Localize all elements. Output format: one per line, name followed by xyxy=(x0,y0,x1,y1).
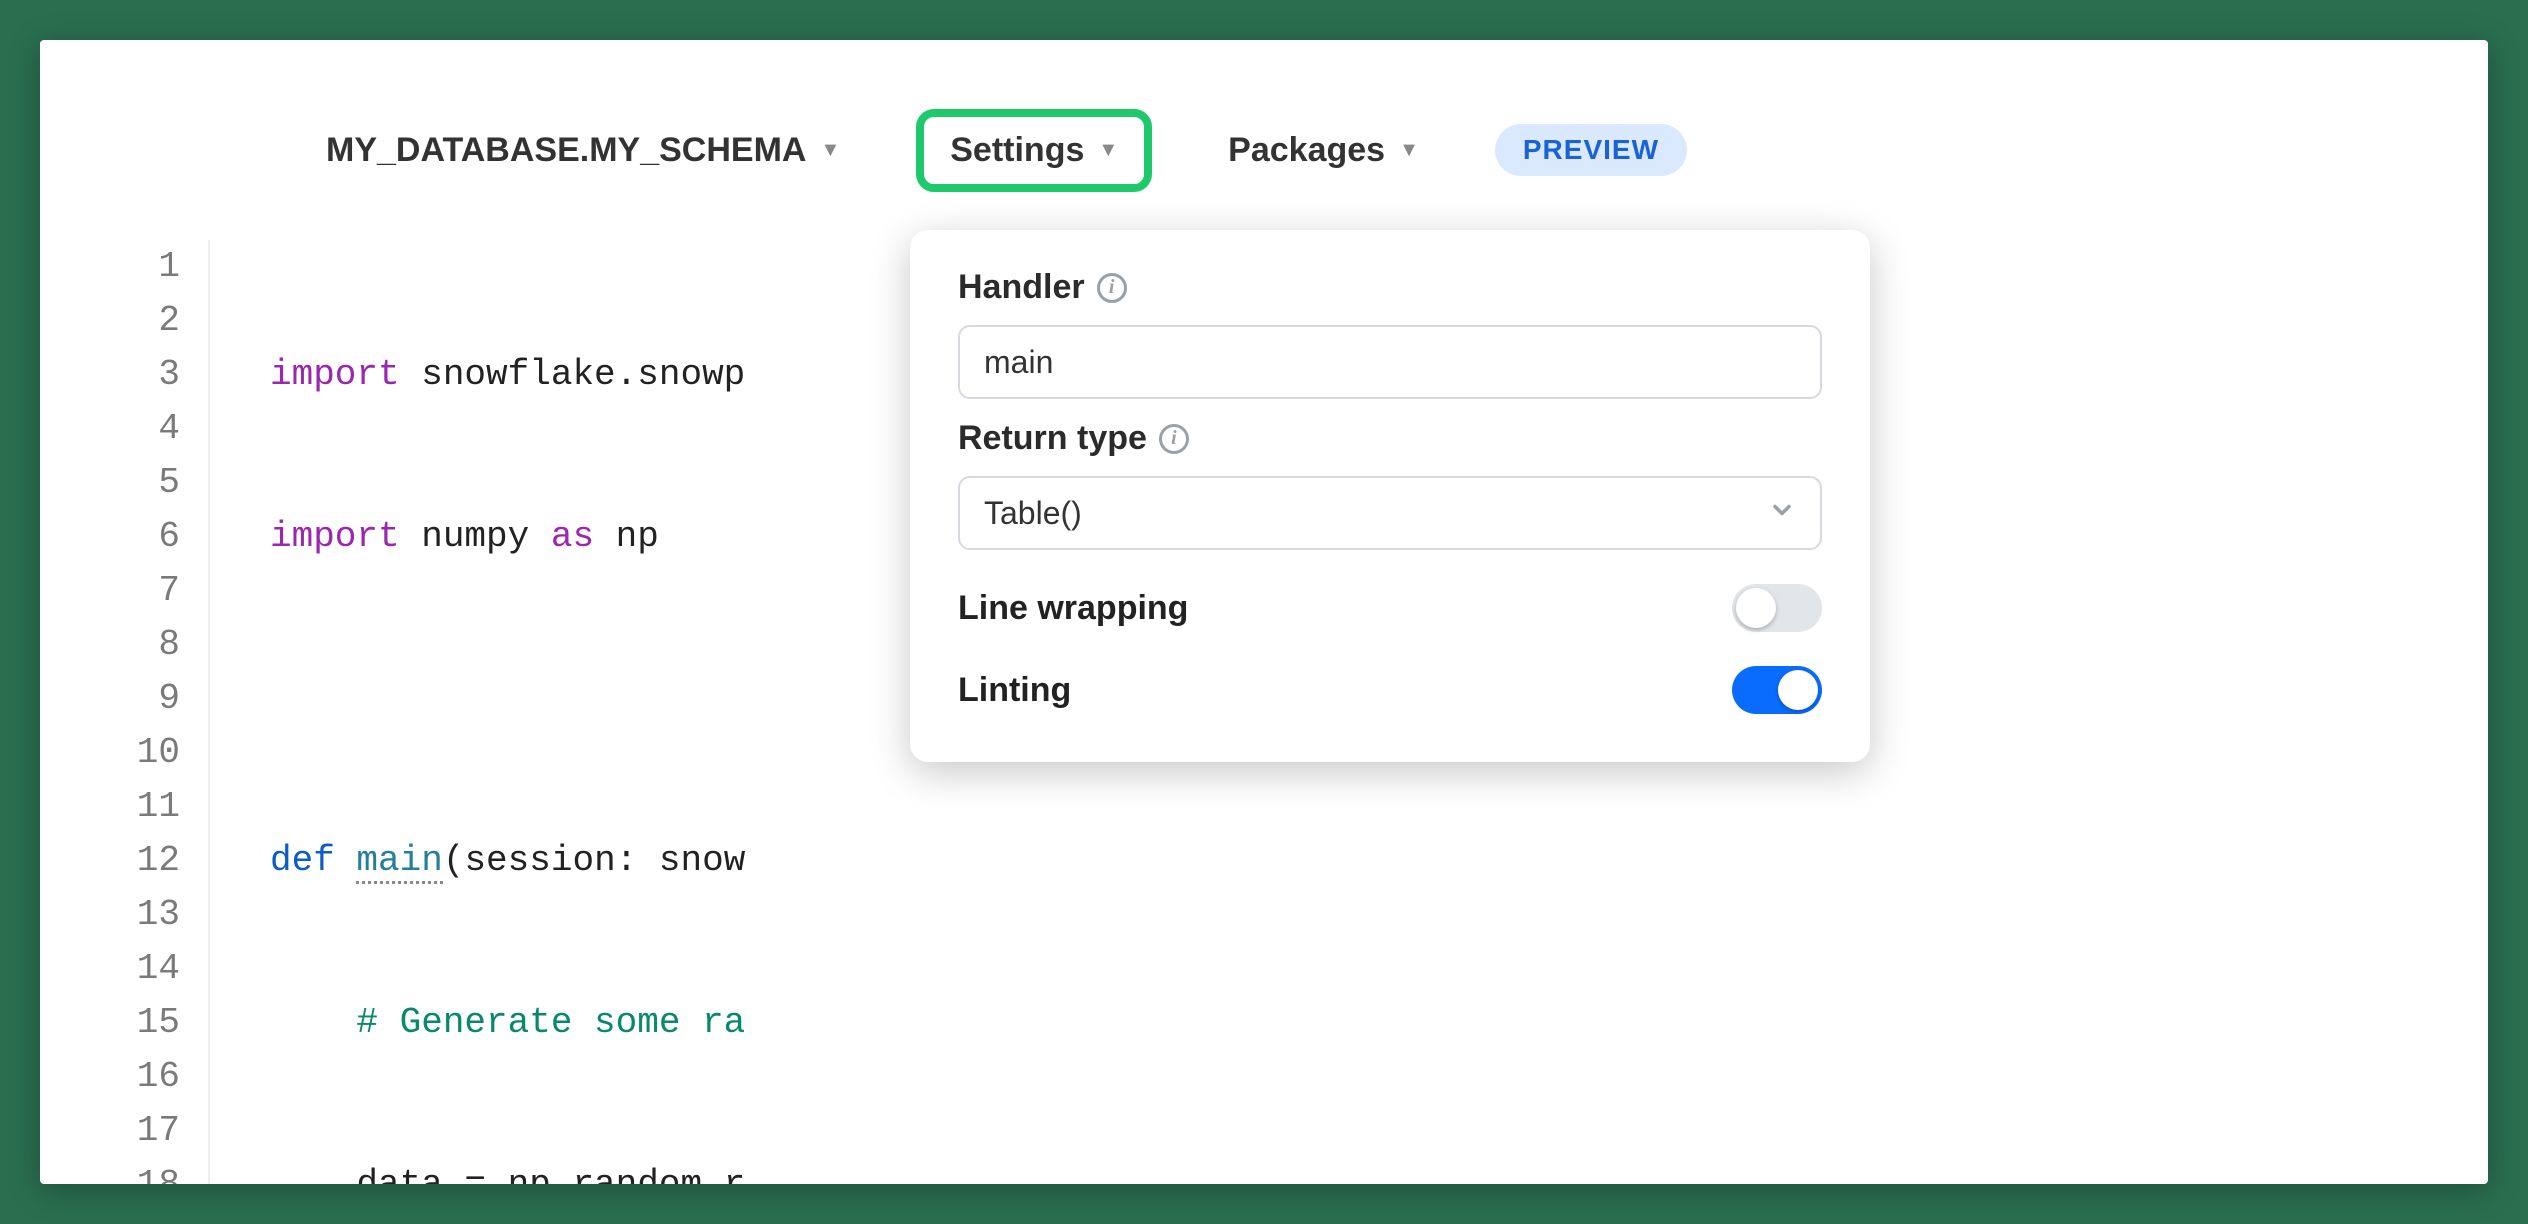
line-number: 16 xyxy=(100,1050,180,1104)
code-token: import xyxy=(270,354,400,395)
caret-down-icon: ▼ xyxy=(820,139,840,162)
editor-gutter: 1 2 3 4 5 6 7 8 9 10 11 12 13 14 15 16 1… xyxy=(100,240,210,1184)
info-icon[interactable]: i xyxy=(1097,273,1127,303)
settings-dropdown[interactable]: Settings ▼ xyxy=(916,109,1152,192)
line-number: 9 xyxy=(100,672,180,726)
return-type-select[interactable]: Table() xyxy=(958,476,1822,550)
toolbar: MY_DATABASE.MY_SCHEMA ▼ Settings ▼ Packa… xyxy=(300,110,1687,190)
linting-row: Linting xyxy=(958,666,1822,714)
line-number: 8 xyxy=(100,618,180,672)
settings-label: Settings xyxy=(950,131,1084,170)
linting-label: Linting xyxy=(958,671,1071,710)
return-type-label: Return type xyxy=(958,419,1147,458)
code-token: data = np.random.r xyxy=(270,1164,745,1184)
line-number: 14 xyxy=(100,942,180,996)
preview-badge: PREVIEW xyxy=(1495,124,1687,176)
code-token: def xyxy=(270,840,335,881)
packages-label: Packages xyxy=(1228,131,1385,170)
line-number: 11 xyxy=(100,780,180,834)
line-wrapping-toggle[interactable] xyxy=(1732,584,1822,632)
line-number: 10 xyxy=(100,726,180,780)
line-number: 12 xyxy=(100,834,180,888)
code-token: # Generate some ra xyxy=(270,1002,745,1043)
handler-input[interactable] xyxy=(958,325,1822,399)
code-token: snowflake.snowp xyxy=(400,354,746,395)
line-number: 7 xyxy=(100,564,180,618)
chevron-down-icon xyxy=(1768,495,1796,532)
schema-dropdown[interactable]: MY_DATABASE.MY_SCHEMA ▼ xyxy=(300,117,866,184)
schema-label: MY_DATABASE.MY_SCHEMA xyxy=(326,131,806,170)
line-number: 3 xyxy=(100,348,180,402)
return-type-label-row: Return type i xyxy=(958,419,1822,458)
handler-label: Handler xyxy=(958,268,1085,307)
line-wrapping-row: Line wrapping xyxy=(958,584,1822,632)
line-number: 1 xyxy=(100,240,180,294)
code-token: np xyxy=(594,516,659,557)
code-token: import xyxy=(270,516,400,557)
return-type-value: Table() xyxy=(984,495,1082,532)
toggle-knob xyxy=(1736,588,1776,628)
code-token xyxy=(335,840,357,881)
line-number: 5 xyxy=(100,456,180,510)
line-number: 4 xyxy=(100,402,180,456)
info-icon[interactable]: i xyxy=(1159,424,1189,454)
handler-label-row: Handler i xyxy=(958,268,1822,307)
line-wrapping-label: Line wrapping xyxy=(958,589,1188,628)
line-number: 13 xyxy=(100,888,180,942)
caret-down-icon: ▼ xyxy=(1399,139,1419,162)
code-token: main xyxy=(356,840,442,884)
line-number: 18 xyxy=(100,1158,180,1184)
settings-popover: Handler i Return type i Table() Line wra… xyxy=(910,230,1870,762)
outer-frame: MY_DATABASE.MY_SCHEMA ▼ Settings ▼ Packa… xyxy=(0,0,2528,1224)
packages-dropdown[interactable]: Packages ▼ xyxy=(1202,117,1445,184)
toggle-knob xyxy=(1778,670,1818,710)
linting-toggle[interactable] xyxy=(1732,666,1822,714)
caret-down-icon: ▼ xyxy=(1098,139,1118,162)
line-number: 17 xyxy=(100,1104,180,1158)
line-number: 15 xyxy=(100,996,180,1050)
code-token: (session: snow xyxy=(443,840,745,881)
app-panel: MY_DATABASE.MY_SCHEMA ▼ Settings ▼ Packa… xyxy=(40,40,2488,1184)
line-number: 6 xyxy=(100,510,180,564)
code-token: as xyxy=(551,516,594,557)
code-token: numpy xyxy=(400,516,551,557)
line-number: 2 xyxy=(100,294,180,348)
